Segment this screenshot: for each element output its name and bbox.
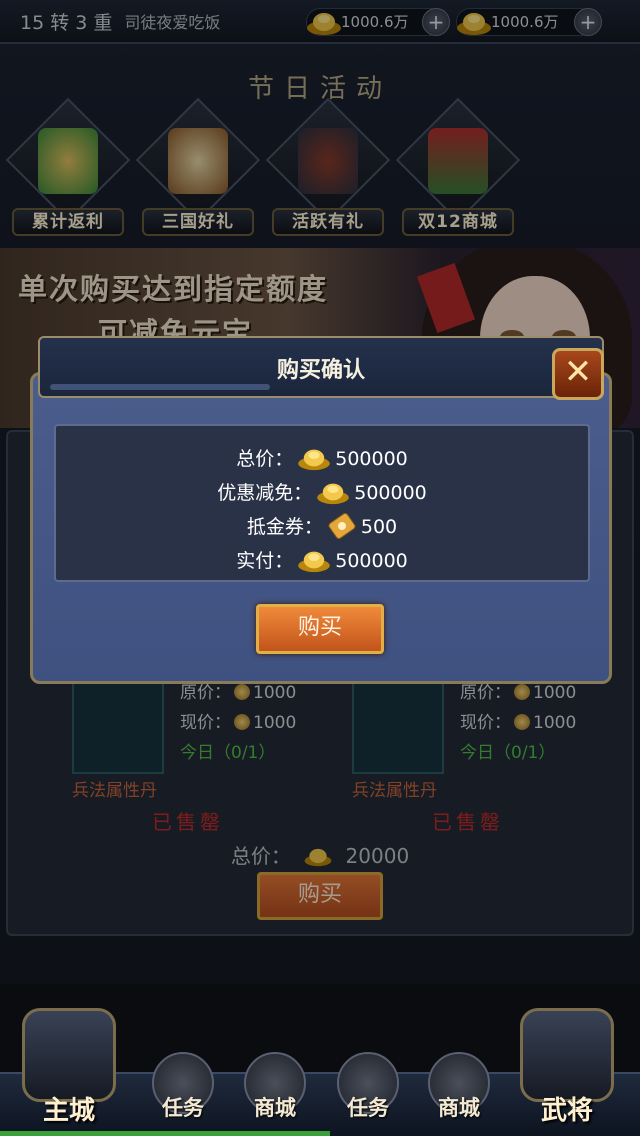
voucher-ticket-icon: [328, 513, 356, 539]
gold-ingot-icon: [317, 483, 350, 505]
bottom-navigation: 主城 任务 商城 任务 商城 武将: [0, 990, 640, 1136]
gold-ingot-icon: [298, 449, 331, 471]
confirm-buy-button[interactable]: 购买: [256, 604, 384, 654]
close-icon: ✕: [563, 352, 593, 392]
nav-shop-button-1[interactable]: 商城: [240, 1052, 310, 1124]
purchase-confirm-dialog: 购买确认 ✕ 总价： 500000 优惠减免： 500000 抵金券： 500 实付：…: [30, 336, 612, 684]
voucher-row: 抵金券： 500: [56, 512, 588, 539]
price-summary-box: 总价： 500000 优惠减免： 500000 抵金券： 500 实付： 500000: [54, 424, 590, 582]
close-button[interactable]: ✕: [552, 348, 604, 400]
progress-line: [0, 1131, 330, 1136]
palace-icon: [22, 1008, 116, 1102]
total-price-row: 总价： 500000: [56, 444, 588, 471]
nav-task-button-1[interactable]: 任务: [148, 1052, 218, 1124]
nav-generals-button[interactable]: 武将: [514, 1002, 620, 1126]
nav-task-button-2[interactable]: 任务: [333, 1052, 403, 1124]
dialog-title: 购买确认: [276, 358, 365, 383]
nav-main-city-button[interactable]: 主城: [16, 1002, 122, 1126]
gold-ingot-icon: [298, 551, 331, 573]
dialog-header: 购买确认: [38, 336, 604, 398]
actual-pay-row: 实付： 500000: [56, 546, 588, 573]
warrior-portrait-icon: [520, 1008, 614, 1102]
discount-row: 优惠减免： 500000: [56, 478, 588, 505]
nav-shop-button-2[interactable]: 商城: [424, 1052, 494, 1124]
